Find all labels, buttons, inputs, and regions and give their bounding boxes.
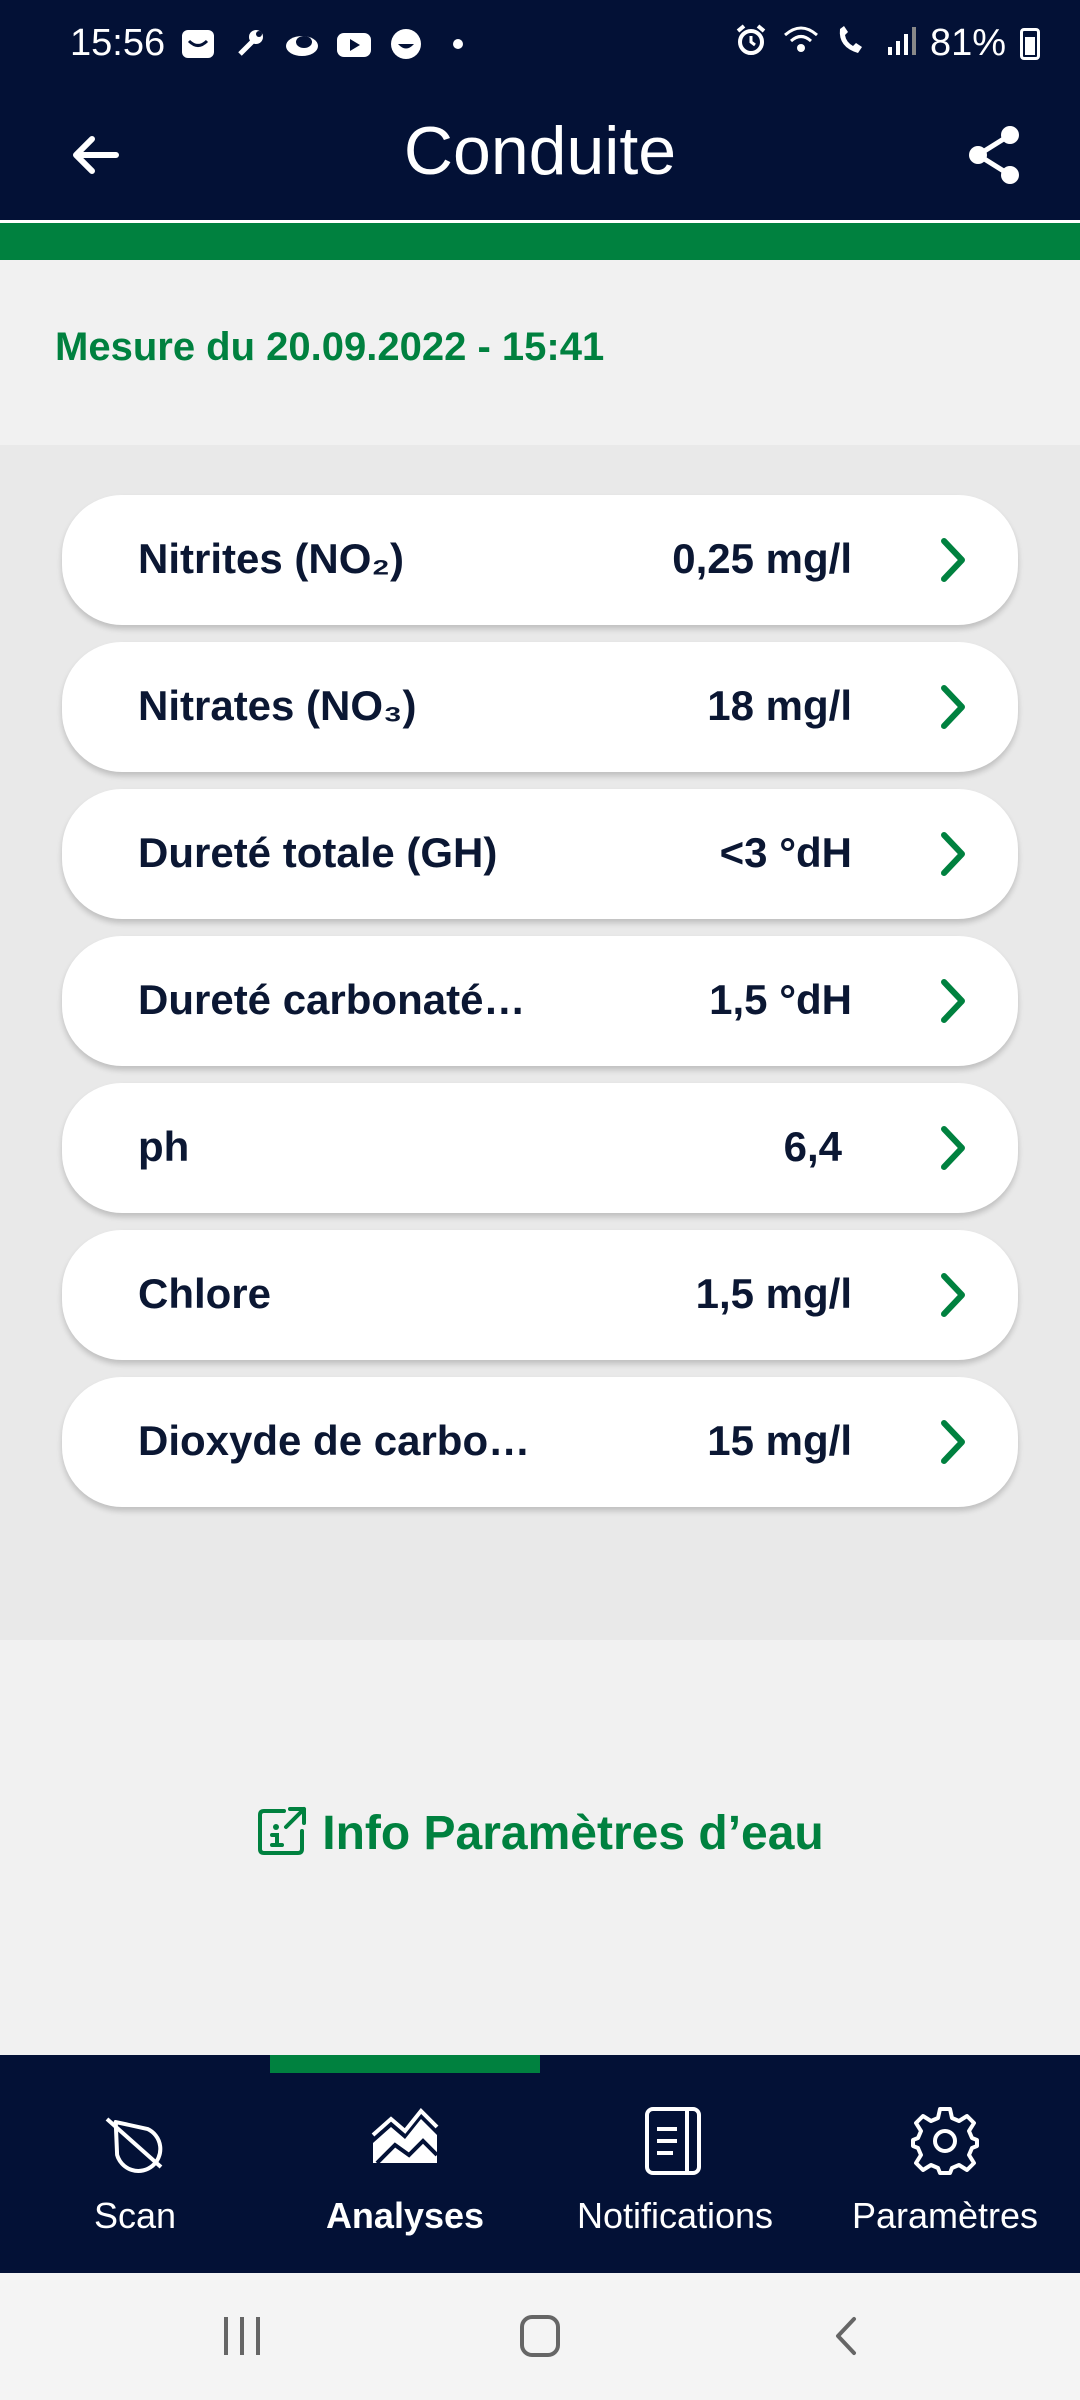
droplet-scan-icon [105,2117,163,2173]
signal-icon [886,23,916,65]
nav-label: Analyses [325,2195,485,2236]
parameter-name: ph [138,1123,190,1170]
smiley-icon [388,26,424,62]
bottom-navigation: Scan Analyses Notifications Paramètres [0,2055,1080,2273]
measurement-date: Mesure du 20.09.2022 - 15:41 [55,325,605,369]
battery-percentage: 81% [929,22,1006,64]
call-icon [834,23,872,65]
notification-icons [180,26,476,62]
nav-label: Paramètres [851,2195,1039,2236]
status-bar: 15:56 81% [0,0,1080,90]
dot-icon [440,26,476,62]
parameter-name: Dureté totale (GH) [138,829,498,876]
parameter-value: 0,25 mg/l [672,535,852,582]
parameter-name: Dureté carbonaté… [138,976,526,1023]
gear-icon [911,2107,979,2175]
chevron-right-icon [941,979,965,1023]
nav-label: Scan [93,2195,177,2236]
chevron-right-icon [941,1273,965,1317]
chevron-right-icon [941,1126,965,1170]
mail-icon [180,26,216,62]
app-bar: Conduite [0,90,1080,220]
share-button[interactable] [960,120,1030,190]
parameter-row-nitrites[interactable]: Nitrites (NO₂) 0,25 mg/l [62,495,1018,625]
alarm-icon [734,23,768,65]
battery-icon [1020,27,1040,60]
parameter-value: 18 mg/l [707,682,852,729]
status-time: 15:56 [70,22,166,64]
parameter-name: Nitrites (NO₂) [138,535,405,582]
parameter-list: Nitrites (NO₂) 0,25 mg/l Nitrates (NO₃) … [0,445,1080,1640]
parameter-name: Chlore [138,1270,272,1317]
tools-icon [232,26,268,62]
parameter-value: 1,5 mg/l [695,1270,852,1317]
info-link-label: Info Paramètres d’eau [322,1807,824,1860]
parameter-row-co2[interactable]: Dioxyde de carbo… 15 mg/l [62,1377,1018,1507]
youtube-icon [336,26,372,62]
nav-label: Notifications [576,2195,774,2236]
chevron-right-icon [941,1420,965,1464]
page-title: Conduite [403,113,677,189]
nav-settings[interactable]: Paramètres [810,2055,1080,2273]
share-icon [969,126,1019,184]
recent-apps-button[interactable] [220,2309,264,2363]
parameter-value: 6,4 [783,1123,842,1170]
accent-bar [0,220,1080,260]
chevron-right-icon [941,538,965,582]
parameter-row-nitrates[interactable]: Nitrates (NO₃) 18 mg/l [62,642,1018,772]
parameter-row-ph[interactable]: ph 6,4 [62,1083,1018,1213]
parameter-value: 15 mg/l [707,1417,852,1464]
parameter-value: <3 °dH [719,829,852,876]
parameter-name: Nitrates (NO₃) [138,682,417,729]
parameter-row-gh[interactable]: Dureté totale (GH) <3 °dH [62,789,1018,919]
parameter-row-chlorine[interactable]: Chlore 1,5 mg/l [62,1230,1018,1360]
home-button[interactable] [516,2309,564,2363]
external-info-icon [258,1807,307,1855]
cloud-icon [284,26,320,62]
document-icon [645,2107,701,2175]
system-status: 81% [734,22,1040,65]
system-navigation-bar [0,2273,1080,2400]
nav-scan[interactable]: Scan [0,2055,270,2273]
chevron-right-icon [941,685,965,729]
info-water-parameters-link[interactable]: Info Paramètres d’eau [0,1805,1080,1861]
nav-analyses[interactable]: Analyses [270,2055,540,2273]
back-nav-button[interactable] [826,2309,866,2363]
parameter-row-kh[interactable]: Dureté carbonaté… 1,5 °dH [62,936,1018,1066]
chevron-right-icon [941,832,965,876]
wifi-icon [782,23,820,65]
parameter-name: Dioxyde de carbo… [138,1417,531,1464]
chart-mountain-icon [371,2108,439,2165]
nav-notifications[interactable]: Notifications [540,2055,810,2273]
parameter-value: 1,5 °dH [709,976,852,1023]
